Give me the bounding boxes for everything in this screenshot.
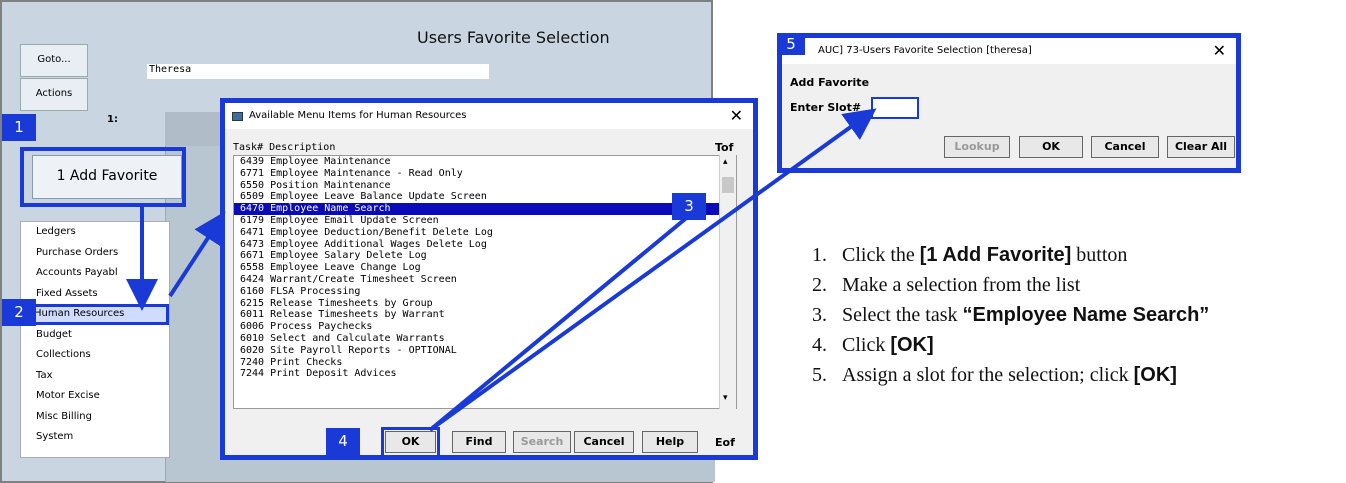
scrollbar[interactable]: ▴ ▾ xyxy=(719,155,736,409)
chevron-up-icon[interactable]: ▴ xyxy=(723,157,728,167)
task-item[interactable]: 6439 Employee Maintenance xyxy=(234,156,736,168)
chevron-down-icon[interactable]: ▾ xyxy=(723,393,728,403)
search-button: Search xyxy=(513,431,571,453)
callout-2: 2 xyxy=(2,299,36,326)
goto-button[interactable]: Goto... xyxy=(20,44,88,77)
task-item[interactable]: 6179 Employee Email Update Screen xyxy=(234,215,736,227)
category-item[interactable]: Purchase Orders xyxy=(21,243,169,264)
task-list: 6439 Employee Maintenance 6771 Employee M… xyxy=(233,155,737,409)
column-header: Task# Description xyxy=(233,142,336,153)
category-item[interactable]: Accounts Payabl xyxy=(21,263,169,284)
ok-highlight xyxy=(381,427,440,459)
category-item[interactable]: Misc Billing xyxy=(21,407,169,428)
task-item[interactable]: 6771 Employee Maintenance - Read Only xyxy=(234,168,736,180)
task-item[interactable]: 6470 Employee Name Search xyxy=(234,203,736,215)
callout-1: 1 xyxy=(2,114,36,141)
category-item[interactable]: Budget xyxy=(21,325,169,346)
category-item[interactable]: System xyxy=(21,427,169,448)
category-item[interactable]: Ledgers xyxy=(21,222,169,243)
task-item[interactable]: 6671 Employee Salary Delete Log xyxy=(234,250,736,262)
callout-3: 3 xyxy=(672,193,706,220)
task-item[interactable]: 6509 Employee Leave Balance Update Scree… xyxy=(234,191,736,203)
dialog-titlebar: Available Menu Items for Human Resources xyxy=(225,103,753,129)
page-title: Users Favorite Selection xyxy=(417,28,610,47)
close-icon[interactable]: ✕ xyxy=(1213,41,1226,60)
step-3: 3. Select the task “Employee Name Search… xyxy=(812,304,1210,326)
scroll-thumb[interactable] xyxy=(722,177,734,193)
category-item[interactable]: Tax xyxy=(21,366,169,387)
add-favorite-dialog: AUC] 73-Users Favorite Selection [theres… xyxy=(777,33,1241,173)
task-item[interactable]: 6473 Employee Additional Wages Delete Lo… xyxy=(234,239,736,251)
available-menu-items-dialog: Available Menu Items for Human Resources… xyxy=(220,98,758,460)
top-of-file-label: Tof xyxy=(715,141,734,154)
category-item[interactable]: Motor Excise xyxy=(21,386,169,407)
window-icon xyxy=(232,112,243,121)
instructions-list: 1. Click the [1 Add Favorite] button 2. … xyxy=(812,240,1209,390)
task-item[interactable]: 6558 Employee Leave Change Log xyxy=(234,262,736,274)
dialog2-title: AUC] 73-Users Favorite Selection [theres… xyxy=(818,45,1032,56)
task-item[interactable]: 6424 Warrant/Create Timesheet Screen xyxy=(234,274,736,286)
ok-button[interactable]: OK xyxy=(1019,136,1083,158)
task-item[interactable]: 6471 Employee Deduction/Benefit Delete L… xyxy=(234,227,736,239)
close-icon[interactable]: ✕ xyxy=(730,106,743,125)
step-4: 4. Click [OK] xyxy=(812,334,934,356)
slot-number-input[interactable] xyxy=(871,97,919,119)
step-2: 2. Make a selection from the list xyxy=(812,274,1081,296)
task-item[interactable]: 6550 Position Maintenance xyxy=(234,180,736,192)
dialog2-titlebar: AUC] 73-Users Favorite Selection [theres… xyxy=(782,38,1236,64)
category-menu: Ledgers Purchase Orders Accounts Payabl Fix… xyxy=(20,221,170,458)
task-item[interactable]: 6020 Site Payroll Reports - OPTIONAL xyxy=(234,345,736,357)
task-item[interactable]: 6215 Release Timesheets by Group xyxy=(234,298,736,310)
cancel-button[interactable]: Cancel xyxy=(574,431,634,453)
add-favorite-heading: Add Favorite xyxy=(790,76,870,89)
category-item[interactable]: Human Resources xyxy=(21,304,169,325)
add-favorite-highlight xyxy=(20,147,186,207)
task-item[interactable]: 6160 FLSA Processing xyxy=(234,286,736,298)
user-name-field[interactable]: Theresa xyxy=(147,64,489,79)
callout-4: 4 xyxy=(326,428,360,455)
task-item[interactable]: 6010 Select and Calculate Warrants xyxy=(234,333,736,345)
slot-number-label: Enter Slot# xyxy=(790,101,862,114)
end-of-file-label: Eof xyxy=(715,436,735,449)
step-5: 5. Assign a slot for the selection; clic… xyxy=(812,364,1177,386)
task-item[interactable]: 6011 Release Timesheets by Warrant xyxy=(234,309,736,321)
actions-button[interactable]: Actions xyxy=(20,78,88,111)
dialog-title: Available Menu Items for Human Resources xyxy=(249,110,467,121)
task-item[interactable]: 6006 Process Paychecks xyxy=(234,321,736,333)
help-button[interactable]: Help xyxy=(642,431,698,453)
callout-5: 5 xyxy=(777,33,805,55)
category-item[interactable]: Fixed Assets xyxy=(21,284,169,305)
step-1: 1. Click the [1 Add Favorite] button xyxy=(812,244,1128,266)
find-button[interactable]: Find xyxy=(452,431,506,453)
cancel-button[interactable]: Cancel xyxy=(1091,136,1159,158)
clear-all-button[interactable]: Clear All xyxy=(1167,136,1235,158)
slot-1-label: 1: xyxy=(107,114,118,125)
task-item[interactable]: 7244 Print Deposit Advices xyxy=(234,368,736,380)
task-item[interactable]: 7240 Print Checks xyxy=(234,357,736,369)
lookup-button: Lookup xyxy=(944,136,1010,158)
category-item[interactable]: Collections xyxy=(21,345,169,366)
